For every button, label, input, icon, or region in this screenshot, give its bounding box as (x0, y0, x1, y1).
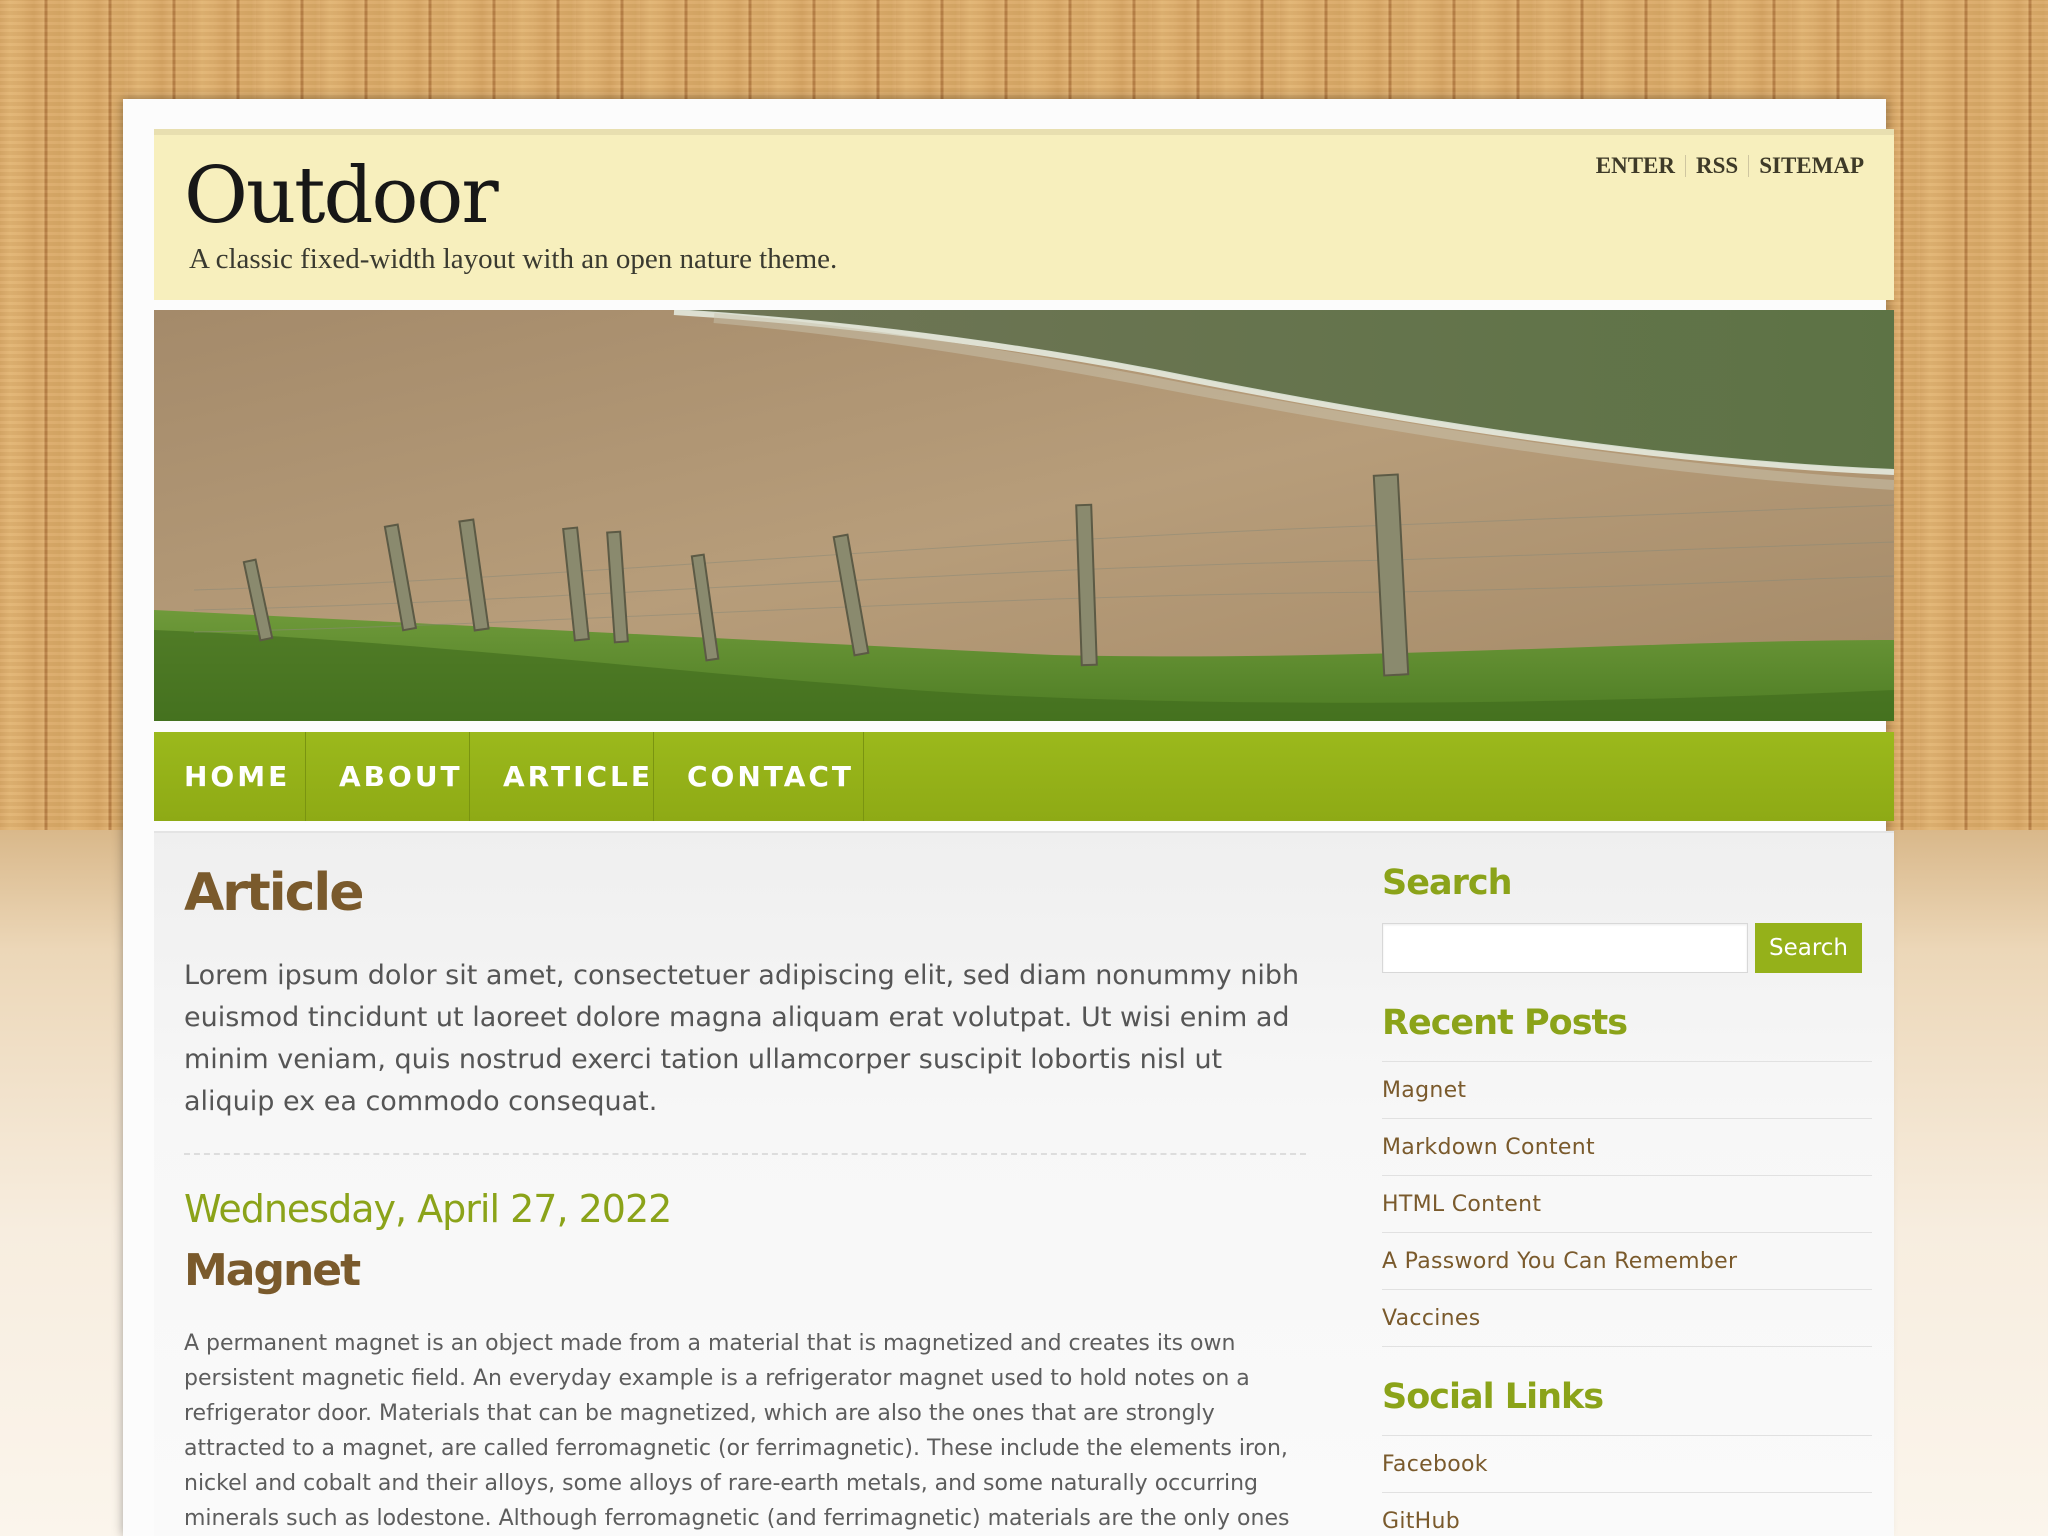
social-link-github[interactable]: GitHub (1382, 1493, 1872, 1536)
top-link-rss[interactable]: RSS (1686, 153, 1748, 179)
post-date: Wednesday, April 27, 2022 (184, 1187, 672, 1231)
post-body: A permanent magnet is an object made fro… (184, 1331, 1290, 1531)
hero-image-beach-fence (154, 310, 1894, 721)
site-tagline: A classic fixed-width layout with an ope… (189, 243, 838, 275)
main-nav: HOME ABOUT ARTICLE CONTACT (154, 732, 1894, 821)
search-button[interactable]: Search (1755, 923, 1862, 973)
page-container: Outdoor A classic fixed-width layout wit… (123, 99, 1894, 1536)
social-links-title: Social Links (1382, 1377, 1604, 1417)
main-column: Article Lorem ipsum dolor sit amet, cons… (184, 863, 1306, 1536)
social-link-facebook[interactable]: Facebook (1382, 1436, 1872, 1493)
site-title[interactable]: Outdoor (184, 151, 499, 241)
recent-posts-list: Magnet Markdown Content HTML Content A P… (1382, 1061, 1872, 1347)
nav-item-contact[interactable]: CONTACT (654, 732, 864, 821)
recent-post-item[interactable]: A Password You Can Remember (1382, 1233, 1872, 1290)
recent-post-item[interactable]: Markdown Content (1382, 1119, 1872, 1176)
search-widget-title: Search (1382, 863, 1513, 903)
recent-post-item[interactable]: Magnet (1382, 1062, 1872, 1119)
nav-item-home[interactable]: HOME (154, 732, 306, 821)
nav-item-article[interactable]: ARTICLE (470, 732, 654, 821)
social-links-list: Facebook GitHub (1382, 1435, 1872, 1536)
search-input[interactable] (1382, 923, 1748, 973)
sidebar: Search Search Recent Posts Magnet Markdo… (1382, 863, 1872, 1536)
search-form: Search (1382, 923, 1872, 973)
site-header: Outdoor A classic fixed-width layout wit… (154, 129, 1894, 300)
recent-post-item[interactable]: Vaccines (1382, 1290, 1872, 1347)
section-divider (184, 1153, 1306, 1155)
content-area: Article Lorem ipsum dolor sit amet, cons… (154, 831, 1894, 1536)
top-link-sitemap[interactable]: SITEMAP (1749, 153, 1874, 179)
recent-posts-title: Recent Posts (1382, 1003, 1628, 1043)
nav-item-about[interactable]: ABOUT (306, 732, 470, 821)
page-title: Article (184, 863, 365, 923)
intro-paragraph: Lorem ipsum dolor sit amet, consectetuer… (184, 960, 1300, 1117)
top-links: ENTER RSS SITEMAP (1586, 153, 1874, 179)
post-title[interactable]: Magnet (184, 1245, 1306, 1296)
top-link-enter[interactable]: ENTER (1586, 153, 1685, 179)
recent-post-item[interactable]: HTML Content (1382, 1176, 1872, 1233)
